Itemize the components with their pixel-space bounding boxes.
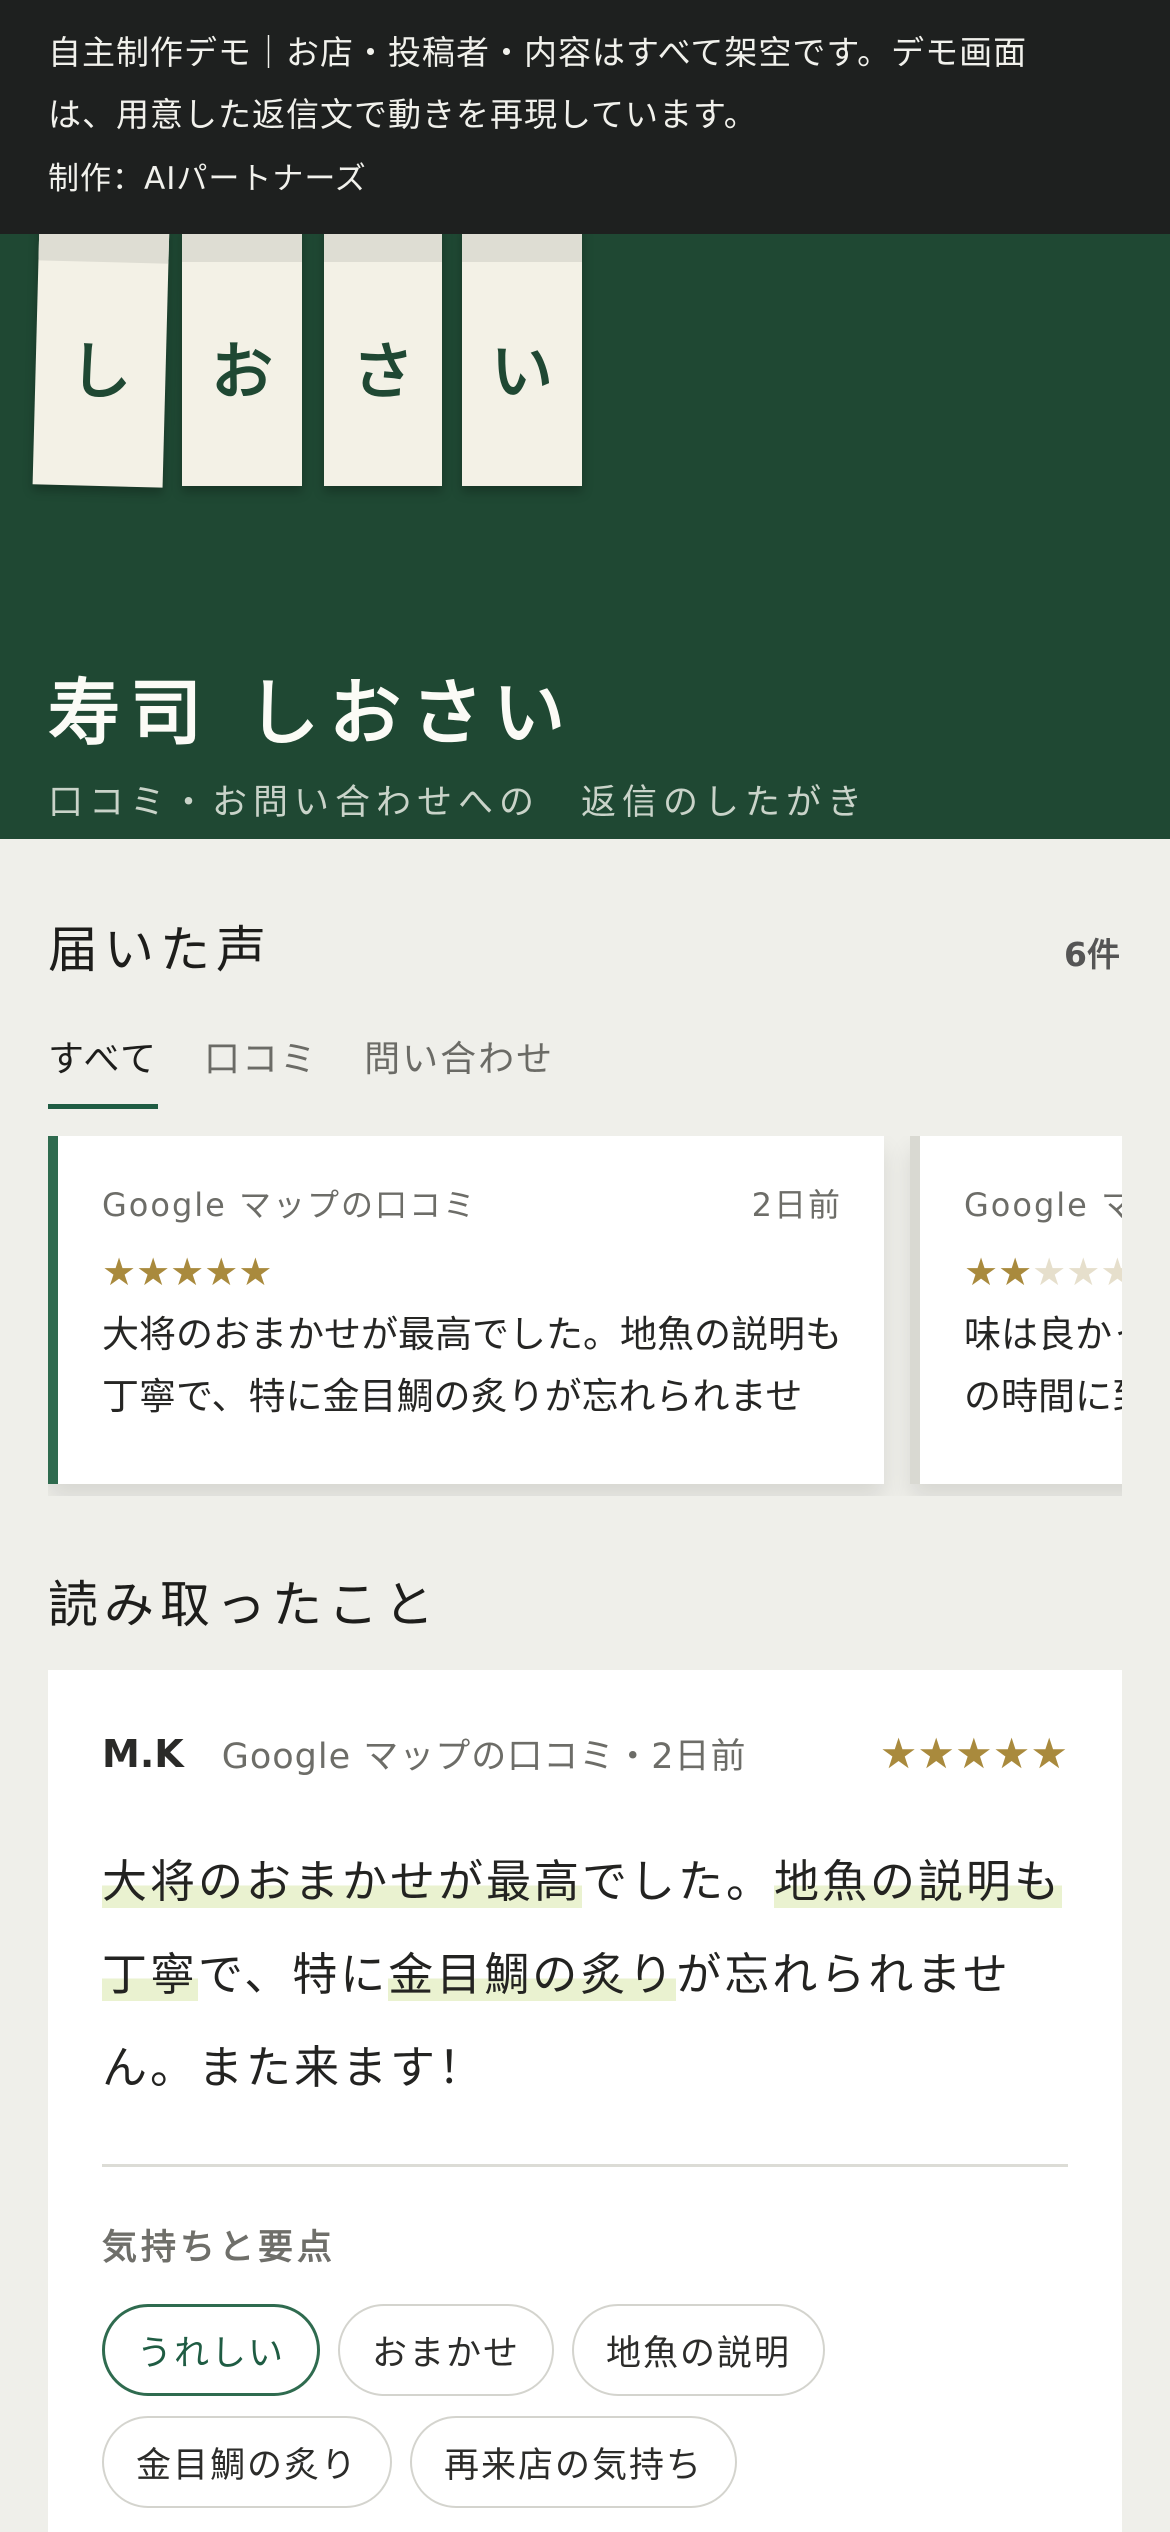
analysis-heading: 読み取ったこと xyxy=(48,1576,440,1634)
star-icon: ★ xyxy=(170,1250,205,1294)
rating-stars: ★★★★★ xyxy=(102,1250,842,1294)
card-time: 2日前 xyxy=(751,1186,842,1224)
noren-char: い xyxy=(490,335,553,408)
noren-panel: お xyxy=(182,234,302,486)
tab-inquiries[interactable]: 問い合わせ xyxy=(364,1030,554,1109)
rating-stars: ★★★★★ xyxy=(964,1250,1122,1294)
star-icon: ★ xyxy=(1100,1250,1122,1294)
star-icon: ★ xyxy=(964,1250,999,1294)
highlighted-phrase: 金目鯛の炙り xyxy=(388,1948,677,2001)
message-card[interactable]: Google マップの口コミ ★★★★★ 味は良かったのですが、予約の時間に到着… xyxy=(910,1136,1122,1484)
message-count: 6件 xyxy=(1064,935,1120,974)
points-chips: うれしい おまかせ 地魚の説明金目鯛の炙り 再来店の気持ち xyxy=(102,2304,1062,2508)
tab-all[interactable]: すべて xyxy=(48,1030,159,1109)
feeling-chip: うれしい xyxy=(102,2304,321,2396)
noren-panel: し xyxy=(32,234,170,488)
card-text: 大将のおまかせが最高でした。地魚の説明も丁寧で、特に金目鯛の炙りが忘れられませ xyxy=(102,1313,842,1418)
noren-panel: さ xyxy=(324,234,442,486)
review-meta: Google マップの口コミ・2日前 xyxy=(221,1737,747,1777)
star-icon: ★ xyxy=(102,1250,137,1294)
star-icon: ★ xyxy=(1032,1250,1067,1294)
star-icon: ★ xyxy=(998,1250,1033,1294)
shop-title: 寿司 しおさい xyxy=(48,670,576,755)
keyword-chip: 金目鯛の炙り xyxy=(102,2416,393,2508)
tab-reviews[interactable]: 口コミ xyxy=(204,1030,318,1109)
highlighted-phrase: 大将のおまかせが最高 xyxy=(102,1855,583,1908)
notice-credit: 制作：AIパートナーズ xyxy=(48,161,367,197)
demo-notice-banner: 自主制作デモ｜お店・投稿者・内容はすべて架空です。デモ画面 は、用意した返信文で… xyxy=(0,0,1170,234)
review-author: M.K xyxy=(102,1731,184,1776)
noren-char: さ xyxy=(351,335,414,408)
keyword-chip: 再来店の気持ち xyxy=(410,2416,738,2508)
noren-panel: い xyxy=(462,234,582,486)
star-icon: ★ xyxy=(204,1250,239,1294)
keyword-chip: おまかせ xyxy=(338,2304,555,2396)
star-icon: ★ xyxy=(238,1250,273,1294)
card-source: Google マップの口コミ xyxy=(964,1186,1122,1224)
points-heading: 気持ちと要点 xyxy=(102,2228,337,2268)
review-stars: ★★★★★ xyxy=(879,1729,1068,1778)
review-body: 大将のおまかせが最高でした。地魚の説明も丁寧で、特に金目鯛の炙りが忘れられません… xyxy=(102,1835,1068,2114)
card-text: 味は良かったのですが、予約の時間に到着してから長い時間待たされた xyxy=(964,1313,1122,1418)
review-fragment: でした。 xyxy=(582,1855,775,1908)
message-card[interactable]: Google マップの口コミ 2日前 ★★★★★ 大将のおまかせが最高でした。地… xyxy=(48,1136,884,1484)
card-source: Google マップの口コミ xyxy=(102,1186,478,1224)
filter-tabs: すべて 口コミ 問い合わせ xyxy=(48,1030,554,1109)
divider xyxy=(102,2164,1068,2167)
keyword-chip: 地魚の説明 xyxy=(572,2304,826,2396)
notice-line-1: 自主制作デモ｜お店・投稿者・内容はすべて架空です。デモ画面 xyxy=(48,33,1028,72)
analysis-panel: M.K Google マップの口コミ・2日前 ★★★★★ 大将のおまかせが最高で… xyxy=(48,1670,1122,2532)
shop-subtitle: 口コミ・お問い合わせへの 返信のしたがき xyxy=(48,783,869,823)
noren-char: お xyxy=(210,335,273,408)
notice-line-2: は、用意した返信文で動きを再現しています。 xyxy=(48,95,758,134)
message-carousel[interactable]: Google マップの口コミ 2日前 ★★★★★ 大将のおまかせが最高でした。地… xyxy=(48,1136,1122,1496)
inbox-heading: 届いた声 xyxy=(48,921,272,979)
star-icon: ★ xyxy=(1066,1250,1101,1294)
star-icon: ★ xyxy=(136,1250,171,1294)
noren-char: し xyxy=(68,334,133,409)
hero-header: し お さ い 寿司 しおさい 口コミ・お問い合わせへの 返信のしたがき xyxy=(0,234,1170,839)
review-fragment: で、特に xyxy=(198,1948,389,2001)
